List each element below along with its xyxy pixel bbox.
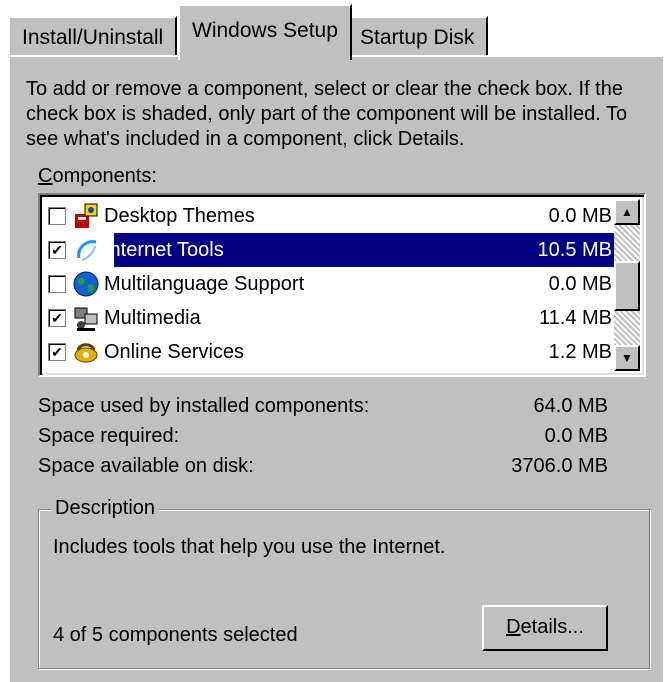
description-text: Includes tools that help you use the Int… bbox=[53, 536, 446, 558]
online-services-icon bbox=[74, 343, 98, 363]
component-name: Desktop Themes bbox=[104, 205, 255, 227]
space-available-value: 3706.0 MB bbox=[511, 455, 608, 477]
details-button-mnemonic: D bbox=[506, 616, 521, 638]
internet-tools-icon bbox=[77, 240, 97, 261]
space-used-value: 64.0 MB bbox=[533, 395, 608, 417]
checkbox-multimedia[interactable]: ✔ bbox=[48, 309, 66, 327]
tab-install-uninstall-label: Install/Uninstall bbox=[22, 26, 164, 49]
tab-windows-setup[interactable]: Windows Setup bbox=[178, 4, 352, 60]
checkbox-internet-tools[interactable]: ✔ bbox=[48, 241, 66, 259]
multimedia-icon bbox=[74, 307, 98, 331]
space-required-label: Space required: bbox=[38, 425, 180, 447]
component-row-online-services[interactable]: ✔ Online Services 1.2 MB bbox=[44, 335, 620, 369]
component-row-multimedia[interactable]: ✔ Multimedia 11.4 MB bbox=[44, 301, 620, 335]
arrow-down-icon: ▼ bbox=[621, 351, 633, 365]
tab-startup-disk[interactable]: Startup Disk bbox=[346, 16, 489, 56]
space-available-label: Space available on disk: bbox=[38, 455, 254, 477]
space-used-label: Space used by installed components: bbox=[38, 395, 370, 417]
tab-install-uninstall[interactable]: Install/Uninstall bbox=[8, 16, 178, 56]
tab-startup-disk-label: Startup Disk bbox=[360, 26, 475, 49]
arrow-up-icon: ▲ bbox=[621, 205, 633, 219]
details-button[interactable]: Details... bbox=[482, 605, 608, 651]
scroll-thumb[interactable] bbox=[614, 261, 640, 311]
globe-icon bbox=[73, 271, 99, 297]
components-label-rest: omponents: bbox=[52, 165, 157, 187]
components-label: Components: bbox=[38, 165, 157, 188]
components-scrollbar[interactable]: ▲ ▼ bbox=[614, 199, 640, 371]
component-size: 0.0 MB bbox=[548, 205, 612, 227]
desktop-themes-icon bbox=[75, 203, 98, 228]
checkbox-online-services[interactable]: ✔ bbox=[48, 343, 66, 361]
component-size: 1.2 MB bbox=[548, 341, 612, 363]
component-name: Multimedia bbox=[104, 307, 201, 329]
disk-space-info: Space used by installed components: 64.0… bbox=[38, 395, 608, 485]
component-row-multilanguage-support[interactable]: Multilanguage Support 0.0 MB bbox=[44, 267, 620, 301]
component-name: Online Services bbox=[104, 341, 245, 363]
instructions-text: To add or remove a component, select or … bbox=[26, 78, 628, 150]
component-size: 10.5 MB bbox=[537, 239, 612, 261]
component-name: Internet Tools bbox=[104, 239, 224, 261]
checkbox-desktop-themes[interactable] bbox=[48, 207, 66, 225]
description-group: Description Includes tools that help you… bbox=[38, 497, 650, 669]
space-required-value: 0.0 MB bbox=[544, 425, 608, 447]
description-legend: Description bbox=[51, 497, 160, 520]
windows-setup-panel: To add or remove a component, select or … bbox=[8, 55, 663, 682]
component-size: 0.0 MB bbox=[548, 273, 612, 295]
selection-count: 4 of 5 components selected bbox=[53, 624, 298, 646]
components-label-mnemonic: C bbox=[38, 165, 53, 187]
checkbox-multilanguage-support[interactable] bbox=[48, 275, 66, 293]
scroll-down-button[interactable]: ▼ bbox=[614, 345, 640, 371]
details-button-rest: etails... bbox=[520, 616, 584, 638]
component-name: Multilanguage Support bbox=[104, 273, 305, 295]
tab-strip: Install/Uninstall Windows Setup Startup … bbox=[0, 0, 669, 62]
components-list[interactable]: Desktop Themes 0.0 MB ✔ Internet Tools 1… bbox=[38, 193, 646, 377]
component-row-internet-tools[interactable]: ✔ Internet Tools 10.5 MB bbox=[44, 233, 620, 267]
component-size: 11.4 MB bbox=[539, 307, 612, 329]
tab-windows-setup-label: Windows Setup bbox=[192, 19, 338, 42]
component-row-desktop-themes[interactable]: Desktop Themes 0.0 MB bbox=[44, 199, 620, 233]
scroll-up-button[interactable]: ▲ bbox=[614, 199, 640, 225]
